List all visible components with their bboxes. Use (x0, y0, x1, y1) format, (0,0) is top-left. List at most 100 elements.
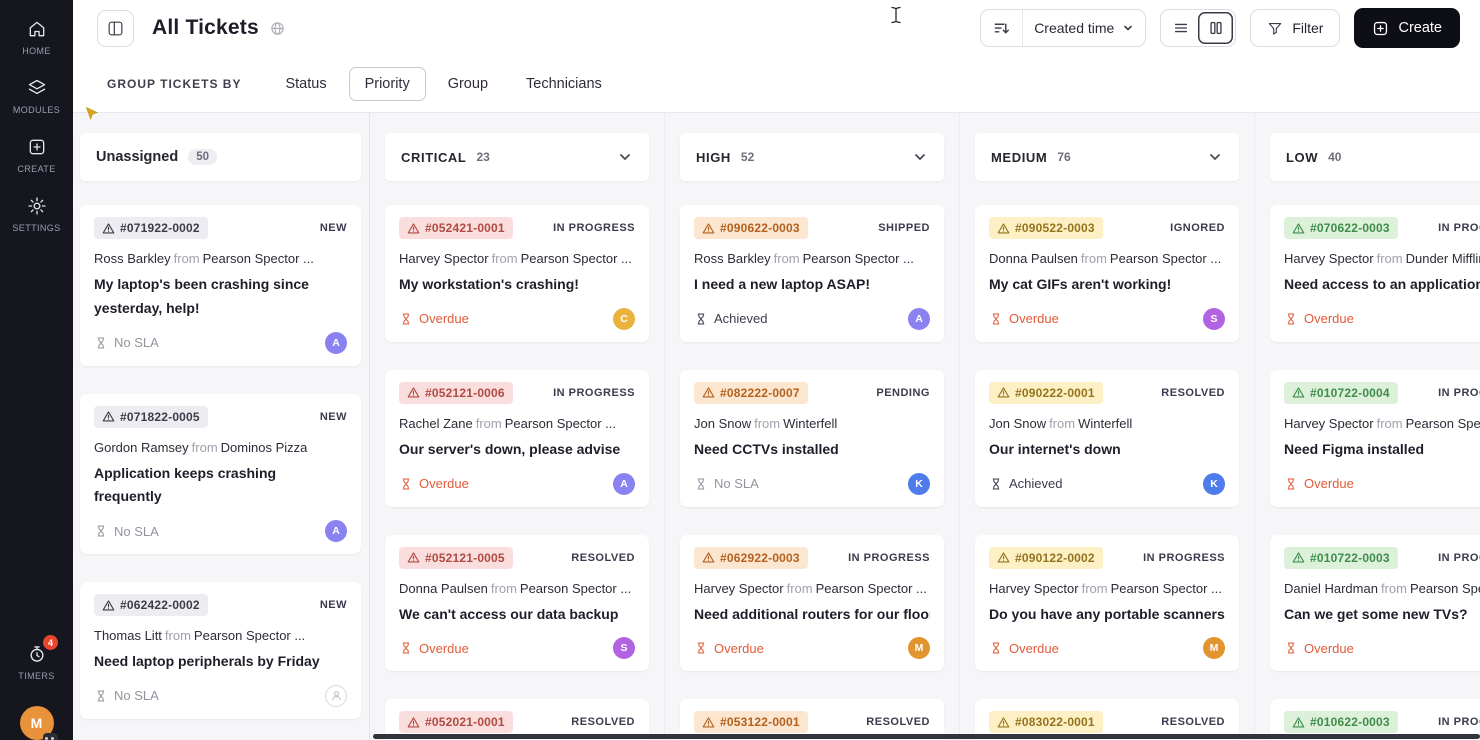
ticket-card[interactable]: #010722-0003 IN PROGRESS Daniel Hardmanf… (1270, 534, 1480, 672)
board-menu-button[interactable] (97, 9, 134, 47)
assignee-avatar[interactable]: S (1203, 307, 1225, 330)
assignee-avatar[interactable]: C (613, 307, 635, 330)
ticket-id: #062422-0002 (120, 598, 200, 613)
modules-icon (28, 79, 45, 95)
requester-line: Harvey SpectorfromPearson Spector ... (989, 581, 1225, 596)
filter-funnel-icon (1269, 23, 1282, 35)
ticket-subject: Do you have any portable scanners? (989, 605, 1225, 622)
card-bottom-row: Overdue C (399, 307, 635, 330)
chevron-down-icon[interactable] (617, 149, 633, 165)
ticket-status: IGNORED (1170, 222, 1225, 234)
ticket-subject: Our internet's down (989, 440, 1121, 457)
assignee-avatar[interactable]: K (1203, 472, 1225, 495)
ticket-card[interactable]: #071922-0002 NEW Ross Barkley from Pearson… (80, 205, 361, 366)
assignee-avatar[interactable]: A (613, 472, 635, 495)
ticket-card[interactable]: #090122-0002 IN PROGRESS Harvey Spector f… (975, 534, 1239, 672)
requester-name: Donna Paulsen (399, 580, 488, 596)
sidebar-item-home[interactable]: HOME (0, 8, 73, 67)
column-header[interactable]: Unassigned 50 (80, 133, 361, 181)
card-top-row: #083022-0001 RESOLVED (989, 711, 1225, 734)
ticket-subject: We can't access our data backup (399, 605, 619, 622)
ticket-card[interactable]: #082222-0007 PENDING Jon Snow from Winterf… (680, 369, 944, 507)
assignee-avatar[interactable]: A (325, 520, 347, 543)
ticket-card[interactable]: #070622-0003 IN PROGRESS Harvey Spectorf… (1270, 205, 1480, 342)
ticket-id: #052121-0006 (425, 385, 505, 400)
chevron-down-icon[interactable] (1207, 149, 1223, 165)
ticket-card[interactable]: #062422-0002 NEW Thomas Litt from Pearson … (80, 582, 361, 719)
card-top-row: #090522-0003 IGNORED (989, 217, 1225, 239)
sla-status: Achieved (989, 476, 1062, 491)
gear-icon (27, 197, 46, 215)
assignee-avatar[interactable] (325, 684, 347, 707)
ticket-card[interactable]: #071822-0005 NEW Gordon Ramsey from Domino… (80, 393, 361, 555)
ticket-id: #082222-0007 (720, 385, 800, 400)
ticket-id: #071822-0005 (120, 409, 200, 424)
requester-line: Daniel HardmanfromPearson Spector ... (1284, 581, 1480, 596)
ticket-card[interactable]: #090622-0003 SHIPPED Ross Barkley from Pea… (680, 205, 944, 342)
from-word: from (491, 251, 518, 266)
requester-name: Harvey Spector (399, 251, 489, 266)
ticket-id-badge: #062922-0003 (694, 546, 808, 569)
assignee-avatar[interactable]: A (325, 331, 347, 354)
ticket-card[interactable]: #090222-0001 RESOLVED Jon Snow from Winter… (975, 369, 1239, 507)
requester-line: Donna Paulsen from Pearson Spector ... (399, 581, 635, 596)
tab-status[interactable]: Status (269, 67, 342, 101)
from-word: from (786, 580, 813, 596)
assignee-avatar[interactable]: A (908, 307, 930, 330)
horizontal-scrollbar[interactable] (373, 734, 1480, 739)
user-avatar[interactable]: M (19, 706, 58, 740)
ticket-card[interactable]: #052421-0001 IN PROGRESS Harvey Spector f… (385, 205, 649, 342)
tab-technicians[interactable]: Technicians (510, 67, 618, 101)
column-cards: #090622-0003 SHIPPED Ross Barkley from Pea… (680, 205, 944, 740)
column-header[interactable]: CRITICAL 23 (385, 133, 649, 181)
ticket-id-badge: #062422-0002 (94, 594, 208, 617)
assignee-avatar[interactable]: S (613, 637, 635, 660)
column-count: 76 (1057, 150, 1071, 164)
tab-group[interactable]: Group (432, 67, 504, 101)
hourglass-icon (1287, 642, 1295, 654)
requester-name: Jon Snow (694, 415, 752, 431)
ticket-status: RESOLVED (571, 716, 635, 729)
ticket-card[interactable]: #052121-0005 RESOLVED Donna Paulsen from P… (385, 534, 649, 672)
ticket-card[interactable]: #062922-0003 IN PROGRESS Harvey Spector f… (680, 534, 944, 672)
column-header[interactable]: MEDIUM 76 (975, 133, 1239, 181)
create-button[interactable]: Create (1354, 8, 1460, 48)
sidebar-item-modules[interactable]: MODULES (0, 67, 73, 126)
list-view-button[interactable] (1163, 12, 1199, 44)
sidebar-item-settings[interactable]: SETTINGS (0, 185, 73, 244)
hourglass-icon (402, 313, 410, 325)
from-word: from (475, 415, 502, 431)
sla-label: Overdue (419, 476, 469, 492)
ticket-id: #090222-0001 (1015, 385, 1095, 400)
requester-line: Harvey SpectorfromPearson Spector ... (1284, 416, 1480, 431)
ticket-id-badge: #083022-0001 (989, 711, 1103, 734)
ticket-subject: My workstation's crashing! (399, 276, 579, 292)
column-name: HIGH (696, 149, 731, 165)
column-header[interactable]: HIGH 52 (680, 133, 944, 181)
requester-name: Daniel Hardman (1284, 580, 1378, 596)
sort-button[interactable] (981, 10, 1022, 46)
assignee-avatar[interactable]: M (908, 637, 930, 660)
sort-order-select[interactable]: Created time (1022, 10, 1145, 46)
assignee-avatar[interactable]: M (1203, 637, 1225, 660)
chevron-down-icon[interactable] (912, 149, 928, 165)
from-word: from (164, 628, 191, 644)
requester-line: Rachel Zane from Pearson Spector ... (399, 416, 635, 431)
hourglass-icon (992, 642, 1000, 654)
avatar-initial: C (620, 312, 628, 325)
sidebar-item-timers[interactable]: 4 TIMERS (0, 633, 73, 692)
board-view-button[interactable] (1198, 12, 1234, 44)
column-count: 52 (740, 150, 755, 164)
ticket-card[interactable]: #090522-0003 IGNORED Donna Paulsen from Pe… (975, 205, 1239, 342)
ticket-card[interactable]: #052121-0006 IN PROGRESS Rachel Zane from… (385, 369, 649, 507)
ticket-card[interactable]: #010722-0004 IN PROGRESS Harvey Spectorf… (1270, 369, 1480, 507)
ticket-status: IN PROGRESS (553, 222, 635, 234)
view-toggle (1160, 9, 1237, 47)
sidebar-item-create[interactable]: CREATE (0, 126, 73, 185)
card-bottom-row: Achieved K (989, 472, 1225, 495)
filter-button[interactable]: Filter (1250, 9, 1341, 47)
requester-line: Harvey SpectorfromPearson Spector ... (694, 581, 930, 596)
column-header[interactable]: LOW 40 (1270, 133, 1480, 181)
assignee-avatar[interactable]: K (908, 472, 930, 495)
tab-priority[interactable]: Priority (348, 67, 426, 101)
